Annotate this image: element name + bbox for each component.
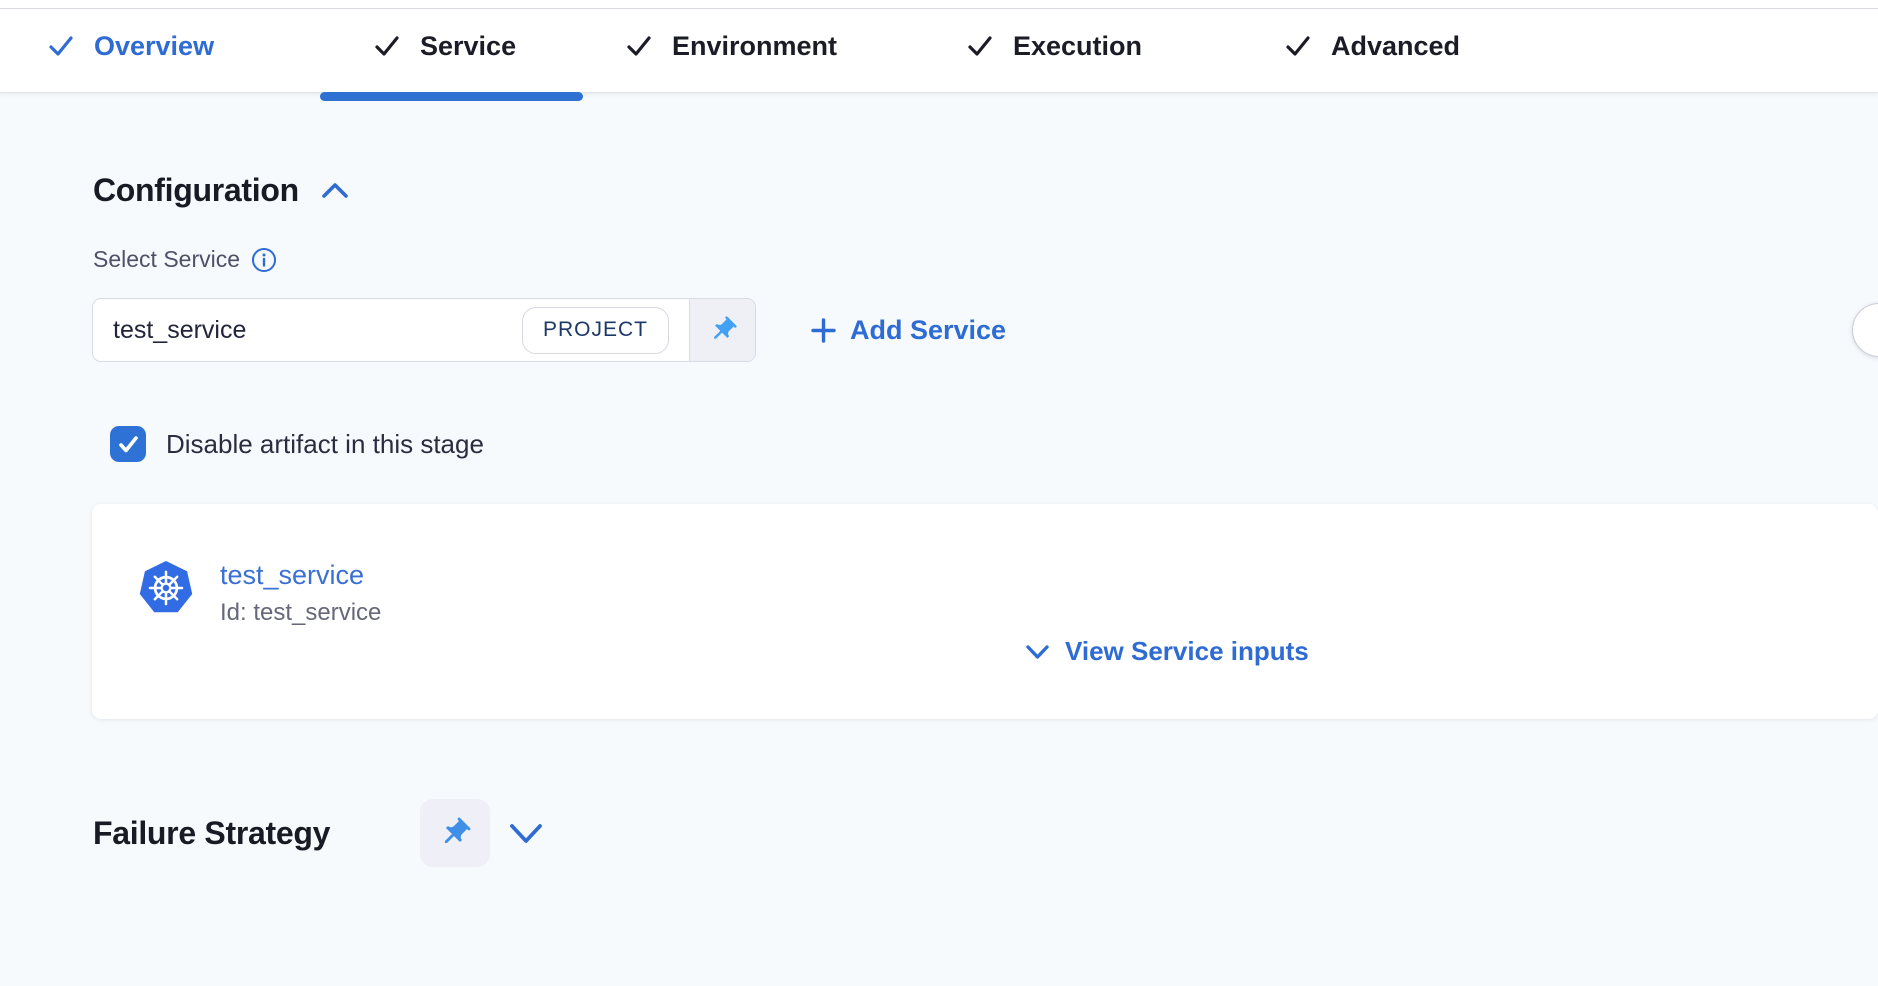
- select-service-label-row: Select Service: [93, 246, 277, 273]
- plus-icon: [810, 317, 837, 344]
- view-service-inputs-label: View Service inputs: [1065, 636, 1309, 667]
- failure-strategy-section: Failure Strategy: [93, 799, 548, 867]
- info-icon[interactable]: [251, 247, 277, 273]
- service-summary: test_service Id: test_service: [138, 560, 381, 627]
- chevron-down-icon: [1024, 642, 1051, 662]
- select-service-label: Select Service: [93, 246, 240, 273]
- service-summary-text: test_service Id: test_service: [220, 560, 381, 627]
- service-id-text: Id: test_service: [220, 599, 381, 627]
- failure-strategy-pin-button[interactable]: [420, 799, 490, 867]
- chevron-down-icon: [504, 818, 548, 848]
- pin-icon: [438, 816, 472, 850]
- disable-artifact-label: Disable artifact in this stage: [166, 429, 484, 460]
- check-icon: [1284, 32, 1312, 60]
- check-icon: [117, 433, 140, 456]
- service-name-link[interactable]: test_service: [220, 560, 381, 591]
- check-icon: [373, 32, 401, 60]
- tab-overview[interactable]: Overview: [47, 0, 214, 92]
- disable-artifact-row: Disable artifact in this stage: [110, 426, 484, 462]
- service-select-input[interactable]: [113, 316, 413, 345]
- service-select-group: PROJECT: [92, 298, 756, 362]
- stage-tab-bar: Overview Service Environment Execution A: [0, 0, 1878, 93]
- add-service-button[interactable]: Add Service: [810, 298, 1006, 362]
- view-service-inputs-button[interactable]: View Service inputs: [1024, 636, 1309, 667]
- tab-label: Overview: [94, 31, 214, 62]
- tab-environment[interactable]: Environment: [625, 0, 837, 92]
- chevron-up-icon[interactable]: [319, 180, 351, 202]
- failure-strategy-title: Failure Strategy: [93, 815, 330, 852]
- top-divider: [0, 8, 1878, 9]
- check-icon: [966, 32, 994, 60]
- tab-execution[interactable]: Execution: [966, 0, 1142, 92]
- add-service-label: Add Service: [850, 315, 1006, 346]
- configuration-title: Configuration: [93, 172, 299, 209]
- configuration-section-header: Configuration: [93, 172, 351, 209]
- tab-label: Advanced: [1331, 31, 1460, 62]
- tab-label: Execution: [1013, 31, 1142, 62]
- tab-advanced[interactable]: Advanced: [1284, 0, 1460, 92]
- tab-label: Service: [420, 31, 516, 62]
- active-tab-underline: [320, 92, 583, 101]
- kubernetes-icon: [138, 560, 194, 616]
- stage-configuration-page: Overview Service Environment Execution A: [0, 0, 1878, 986]
- failure-strategy-expand-button[interactable]: [504, 818, 548, 848]
- service-card: test_service Id: test_service View Servi…: [92, 504, 1878, 719]
- disable-artifact-checkbox[interactable]: [110, 426, 146, 462]
- scope-badge: PROJECT: [522, 307, 669, 354]
- service-select-field: [93, 299, 522, 361]
- tab-service[interactable]: Service: [373, 0, 516, 92]
- pin-runtime-input-button[interactable]: [689, 299, 755, 361]
- edge-collapse-button[interactable]: [1852, 303, 1878, 357]
- tab-label: Environment: [672, 31, 837, 62]
- pin-icon: [708, 315, 738, 345]
- check-icon: [625, 32, 653, 60]
- check-icon: [47, 32, 75, 60]
